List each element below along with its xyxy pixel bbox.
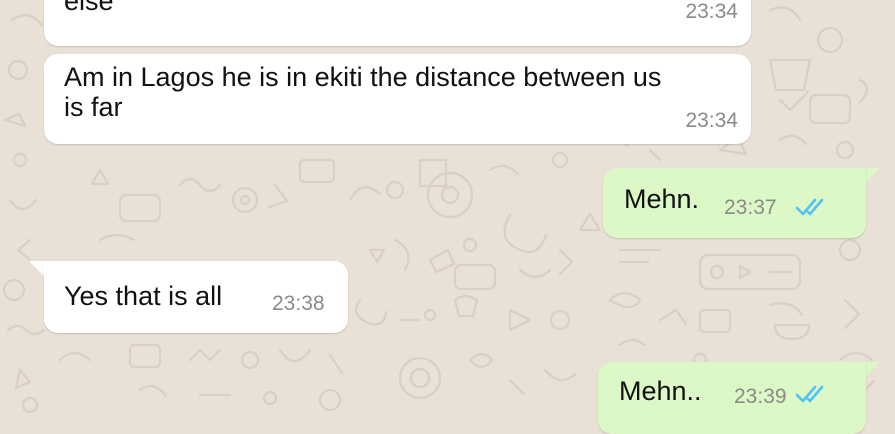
- double-check-icon: [795, 385, 824, 403]
- message-text: Am in Lagos he is in ekiti the distance …: [64, 62, 662, 122]
- message-time: 23:39: [734, 385, 787, 408]
- double-check-icon: [795, 198, 824, 216]
- message-time: 23:38: [272, 292, 325, 315]
- message-text: Yes that is all: [64, 281, 223, 311]
- message-text: Mehn..: [619, 376, 702, 406]
- chat-messages: else 23:34 Am in Lagos he is in ekiti th…: [0, 0, 895, 434]
- incoming-message[interactable]: Am in Lagos he is in ekiti the distance …: [44, 54, 751, 144]
- message-time: 23:37: [724, 196, 777, 219]
- incoming-message[interactable]: else 23:34: [44, 0, 751, 46]
- incoming-message[interactable]: Yes that is all 23:38: [44, 261, 348, 333]
- message-time: 23:34: [685, 0, 738, 23]
- outgoing-message[interactable]: Mehn. 23:37: [603, 168, 866, 238]
- outgoing-message[interactable]: Mehn.. 23:39: [598, 362, 866, 434]
- message-text: Mehn.: [624, 184, 700, 214]
- message-time: 23:34: [685, 109, 738, 132]
- message-text: else: [64, 0, 114, 16]
